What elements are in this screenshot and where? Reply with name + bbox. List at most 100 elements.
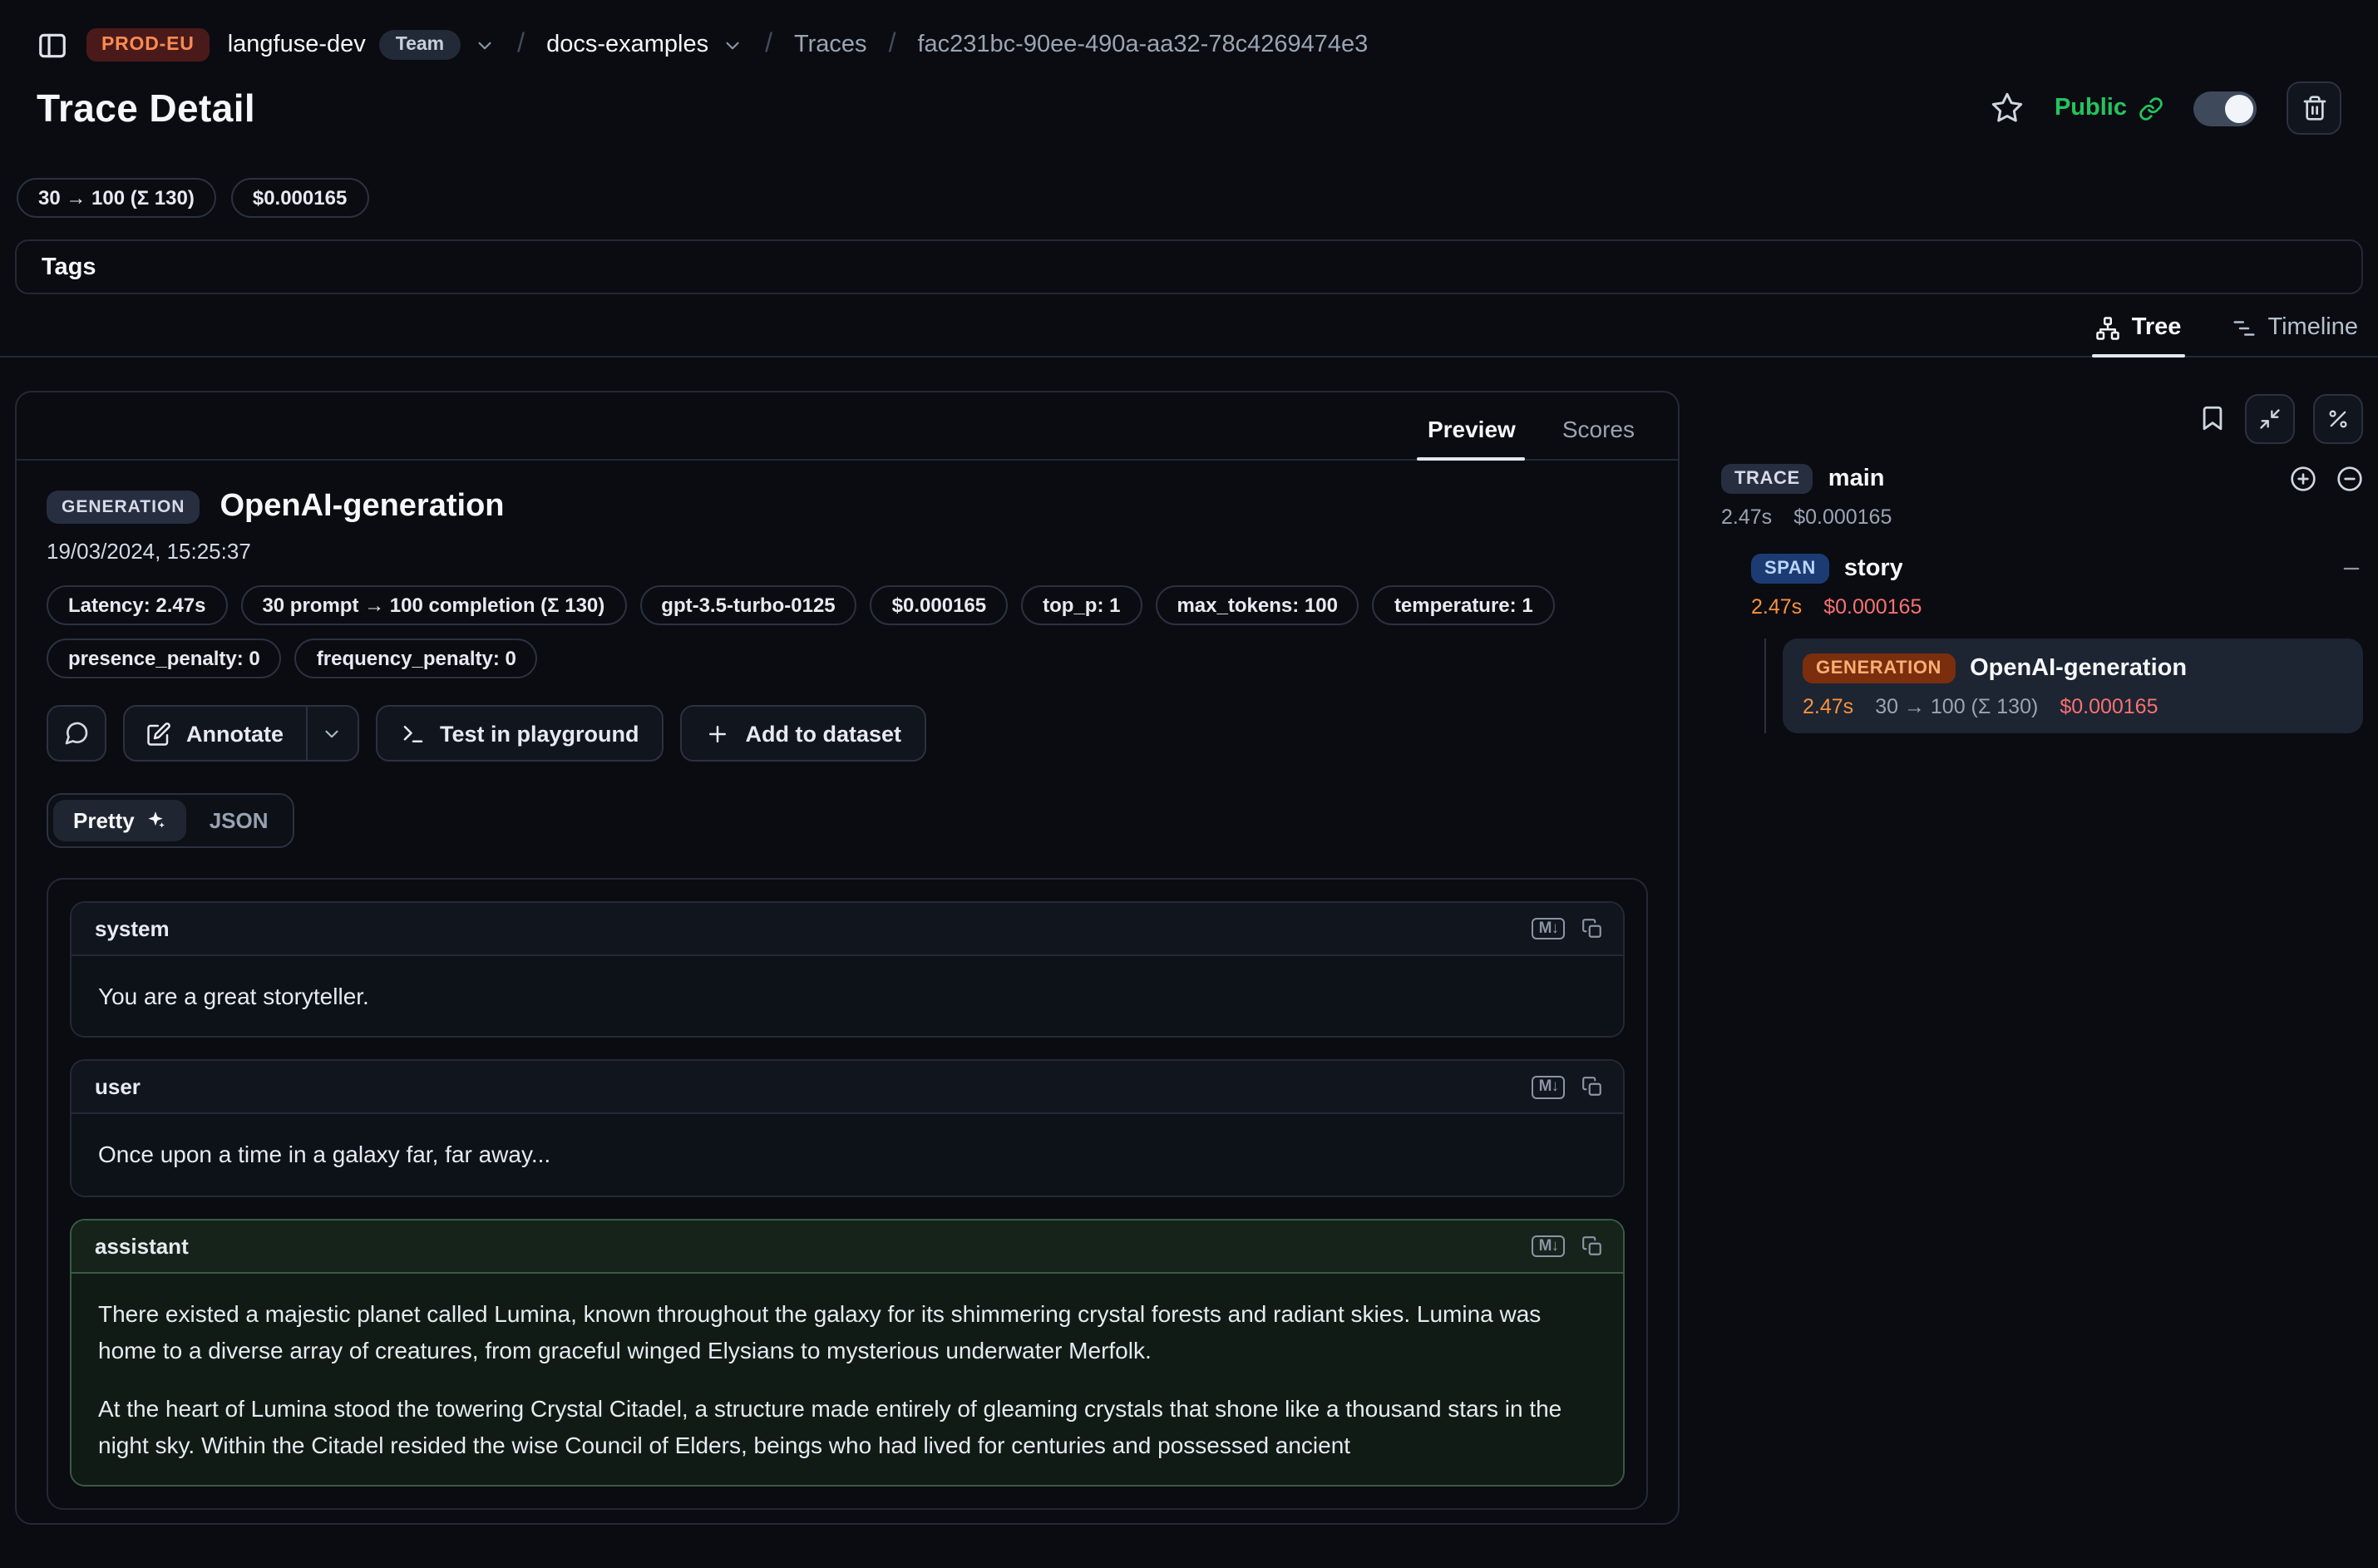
annotate-dropdown-button[interactable] (307, 707, 357, 760)
annotate-label: Annotate (186, 721, 284, 746)
tab-timeline[interactable]: Timeline (2228, 314, 2361, 356)
model-badge: gpt-3.5-turbo-0125 (639, 585, 856, 625)
plus-icon (706, 721, 731, 746)
public-label: Public (2055, 95, 2127, 121)
main-content: Preview Scores GENERATION OpenAI-generat… (15, 391, 2363, 1525)
trash-icon (2301, 95, 2327, 121)
minus-icon (2340, 557, 2363, 580)
link-icon (2139, 96, 2163, 121)
trace-summary-badges: 30 → 100 (Σ 130) $0.000165 (0, 136, 2378, 218)
copy-icon (1581, 1235, 1603, 1257)
format-pretty-button[interactable]: Pretty (53, 800, 186, 841)
plus-circle-icon (2290, 466, 2316, 492)
chevron-down-icon[interactable] (474, 34, 496, 56)
expand-all-button[interactable] (2290, 466, 2316, 492)
bookmark-star-button[interactable] (1991, 91, 2025, 125)
copy-button[interactable] (1581, 1235, 1603, 1257)
star-icon (1991, 91, 2025, 125)
observation-header: GENERATION OpenAI-generation (47, 489, 1648, 525)
span-children: GENERATION OpenAI-generation 2.47s 30 → … (1764, 639, 2363, 733)
message-role: user (95, 1075, 141, 1100)
percent-icon (2326, 407, 2350, 430)
trace-children: SPAN story 2.47s $0.000165 (1721, 554, 2363, 733)
copy-button[interactable] (1581, 1077, 1603, 1098)
span-badge: SPAN (1751, 554, 1829, 584)
generation-name: OpenAI-generation (1970, 655, 2187, 682)
tab-scores[interactable]: Scores (1542, 399, 1655, 459)
collapse-all-button[interactable] (2245, 393, 2295, 443)
chevron-down-icon[interactable] (722, 34, 743, 56)
span-name: story (1844, 555, 1903, 582)
pretty-label: Pretty (73, 808, 135, 833)
trace-detail-page: PROD-EU langfuse-dev Team / docs-example… (0, 0, 2378, 1568)
breadcrumb-separator: / (765, 30, 772, 60)
token-usage-badge: 30 prompt → 100 completion (Σ 130) (240, 585, 626, 625)
trace-metrics: 2.47s $0.000165 (1721, 505, 2363, 529)
tree-node-label: TRACE main (1721, 464, 1884, 494)
sidebar-toggle-button[interactable] (37, 29, 68, 61)
observation-type-badge: GENERATION (47, 491, 200, 524)
toggle-knob (2225, 94, 2253, 122)
markdown-toggle-icon[interactable]: M↓ (1532, 1076, 1565, 1098)
generation-cost: $0.000165 (2060, 695, 2158, 718)
sparkles-icon (145, 810, 166, 831)
message-header: system M↓ (72, 903, 1623, 956)
view-tabs: Tree Timeline (0, 294, 2378, 357)
copy-button[interactable] (1581, 918, 1603, 939)
collapse-node-button[interactable] (2340, 557, 2363, 580)
metrics-toggle-button[interactable] (2313, 393, 2363, 443)
span-cost: $0.000165 (1823, 595, 1922, 619)
breadcrumb-org[interactable]: langfuse-dev Team (228, 30, 496, 60)
comment-button[interactable] (47, 705, 106, 762)
tree-node-generation-selected[interactable]: GENERATION OpenAI-generation 2.47s 30 → … (1783, 639, 2363, 733)
tab-tree-label: Tree (2132, 314, 2182, 341)
format-json-button[interactable]: JSON (190, 800, 289, 841)
message-assistant: assistant M↓ There ex (70, 1219, 1625, 1487)
annotate-button[interactable]: Annotate (125, 707, 305, 760)
max-tokens-badge: max_tokens: 100 (1155, 585, 1359, 625)
tags-box[interactable]: Tags (15, 239, 2363, 294)
public-link[interactable]: Public (2055, 95, 2163, 121)
test-in-playground-button[interactable]: Test in playground (375, 705, 664, 762)
tree-node-span[interactable]: SPAN story (1751, 554, 2363, 584)
bookmark-button[interactable] (2198, 404, 2227, 432)
tab-tree[interactable]: Tree (2092, 314, 2185, 356)
public-toggle[interactable] (2193, 91, 2257, 126)
token-usage-badge: 30 → 100 (Σ 130) (17, 178, 216, 218)
message-header: user M↓ (72, 1062, 1623, 1115)
markdown-toggle-icon[interactable]: M↓ (1532, 1235, 1565, 1257)
observation-body: GENERATION OpenAI-generation 19/03/2024,… (17, 461, 1678, 1523)
cost-badge: $0.000165 (231, 178, 368, 218)
page-title: Trace Detail (37, 86, 255, 131)
org-type-badge: Team (379, 30, 461, 60)
collapse-all-nodes-button[interactable] (2336, 466, 2363, 492)
temperature-badge: temperature: 1 (1373, 585, 1555, 625)
delete-trace-button[interactable] (2287, 81, 2341, 135)
observation-actions: Annotate Test in playgroun (47, 705, 1648, 762)
org-name: langfuse-dev (228, 32, 366, 58)
add-to-dataset-button[interactable]: Add to dataset (681, 705, 927, 762)
breadcrumb: PROD-EU langfuse-dev Team / docs-example… (0, 0, 2378, 67)
message-content: You are a great storyteller. (72, 956, 1623, 1037)
cost-badge: $0.000165 (871, 585, 1008, 625)
message-paragraph: There existed a majestic planet called L… (98, 1295, 1596, 1370)
tree-node-trace[interactable]: TRACE main (1721, 464, 2363, 494)
tab-preview[interactable]: Preview (1408, 399, 1536, 459)
trace-tree: TRACE main (1721, 464, 2363, 733)
markdown-toggle-icon[interactable]: M↓ (1532, 918, 1565, 940)
bookmark-icon (2198, 404, 2227, 432)
tags-label: Tags (42, 254, 96, 280)
minus-circle-icon (2336, 466, 2363, 492)
observation-card: Preview Scores GENERATION OpenAI-generat… (15, 391, 1680, 1525)
message-tools: M↓ (1532, 918, 1603, 940)
breadcrumb-traces-link[interactable]: Traces (794, 32, 867, 58)
annotate-split-button: Annotate (123, 705, 358, 762)
environment-badge: PROD-EU (86, 28, 210, 62)
format-toggle: Pretty JSON (47, 793, 295, 848)
breadcrumb-project[interactable]: docs-examples (546, 32, 743, 58)
latency-badge: Latency: 2.47s (47, 585, 227, 625)
title-row: Trace Detail Public (0, 67, 2378, 136)
trace-cost: $0.000165 (1793, 505, 1892, 529)
comment-icon (63, 720, 90, 747)
copy-icon (1581, 1077, 1603, 1098)
